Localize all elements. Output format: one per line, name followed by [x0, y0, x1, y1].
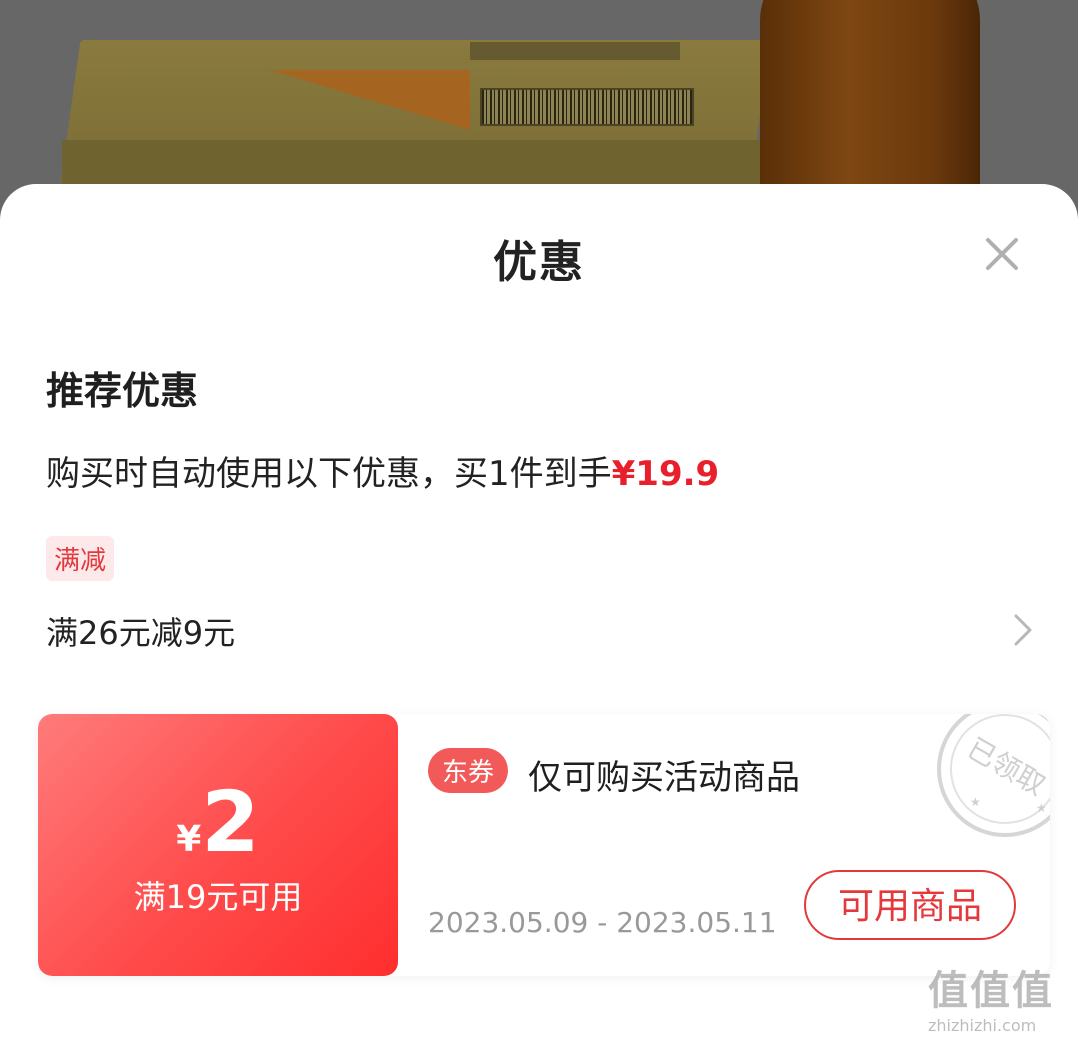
- final-price: ¥19.9: [611, 454, 720, 494]
- coupon-validity-date: 2023.05.09 - 2023.05.11: [428, 906, 777, 939]
- close-icon: [986, 238, 1018, 270]
- chevron-right-icon: [1014, 614, 1032, 646]
- promotion-rule-text: 满26元减9元: [46, 614, 236, 652]
- claimed-stamp-icon: 已领取 ★ ★: [937, 714, 1050, 837]
- site-watermark: 值值值 zhizhizhi.com: [928, 958, 1068, 1035]
- currency-symbol: ¥: [176, 819, 202, 860]
- coupon-card: ¥2 满19元可用 东券 仅可购买活动商品 2023.05.09 - 2023.…: [38, 714, 1050, 976]
- applicable-products-button[interactable]: 可用商品: [804, 870, 1016, 940]
- barcode-graphic: [480, 88, 694, 126]
- coupon-condition: 满19元可用: [133, 878, 303, 916]
- sheet-title: 优惠: [493, 237, 585, 288]
- description-text: 购买时自动使用以下优惠，买1件到手: [46, 454, 612, 494]
- box-arrow-graphic: [230, 70, 470, 130]
- watermark-site: zhizhizhi.com: [928, 1016, 1037, 1035]
- close-button[interactable]: [982, 234, 1022, 274]
- watermark-logo: 值值值: [928, 968, 1054, 1014]
- stamp-text: 已领取: [962, 732, 1050, 803]
- coupon-amount-value: 2: [201, 773, 260, 871]
- promotion-tag: 满减: [46, 536, 115, 581]
- coupon-type-badge: 东券: [428, 748, 509, 793]
- coupon-value-panel: ¥2 满19元可用: [38, 714, 398, 976]
- recommend-description: 购买时自动使用以下优惠，买1件到手¥19.9: [46, 446, 719, 495]
- promotion-rule-row[interactable]: 满26元减9元: [46, 608, 1036, 654]
- section-title: 推荐优惠: [46, 369, 199, 413]
- coupon-amount: ¥2: [38, 774, 398, 870]
- svg-text:★: ★: [970, 795, 981, 809]
- svg-text:★: ★: [1036, 801, 1047, 815]
- discount-sheet: 优惠 推荐优惠 购买时自动使用以下优惠，买1件到手¥19.9 满减 满26元减9…: [0, 184, 1078, 1041]
- box-label: [470, 42, 680, 60]
- coupon-description: 仅可购买活动商品: [528, 758, 800, 798]
